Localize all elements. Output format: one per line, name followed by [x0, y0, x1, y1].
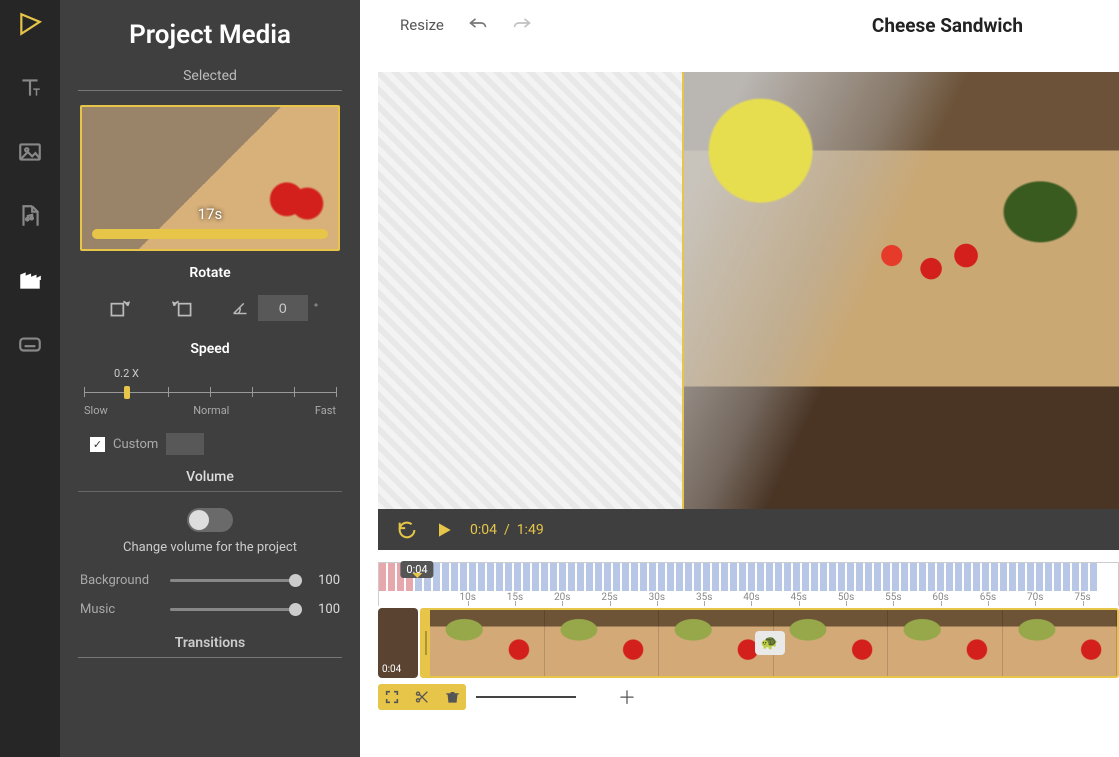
rotate-cw-button[interactable] [102, 291, 136, 325]
delete-clip-button[interactable] [442, 687, 462, 707]
clip-frame [888, 610, 1003, 676]
total-time: 1:49 [517, 522, 544, 538]
speed-normal-label: Normal [193, 404, 229, 417]
selected-label: Selected [70, 68, 350, 84]
panel-title: Project Media [70, 20, 350, 50]
main-area: Resize Cheese Sandwich [360, 0, 1119, 757]
resize-button[interactable]: Resize [400, 16, 444, 34]
selected-clip-thumbnail[interactable]: 17s [80, 105, 340, 251]
split-clip-button[interactable] [412, 687, 432, 707]
speed-fast-label: Fast [315, 404, 336, 417]
degree-unit: ° [314, 301, 318, 315]
clip-frame [774, 610, 889, 676]
clip-trim-handle-left[interactable] [422, 610, 430, 676]
video-clip[interactable]: 🐢 [420, 608, 1119, 678]
brand-icon[interactable] [14, 8, 46, 40]
image-tool-icon[interactable] [14, 136, 46, 168]
background-volume-value: 100 [312, 573, 340, 588]
fullscreen-button[interactable] [382, 687, 402, 707]
preclip-thumbnail[interactable] [378, 608, 418, 678]
rotate-angle-input[interactable] [258, 295, 308, 321]
properties-panel: Project Media Selected 17s Rotate ° Spee… [60, 0, 360, 757]
undo-button[interactable] [468, 15, 488, 35]
custom-speed-label: Custom [113, 437, 158, 452]
music-volume-value: 100 [312, 602, 340, 617]
speed-slider[interactable] [84, 382, 336, 402]
tool-rail [0, 0, 60, 757]
playhead-line [682, 72, 684, 509]
clip-frame [1003, 610, 1118, 676]
volume-override-toggle[interactable] [187, 508, 233, 532]
project-name: Cheese Sandwich [872, 14, 1023, 37]
video-tool-icon[interactable] [14, 264, 46, 296]
topbar: Resize Cheese Sandwich [360, 0, 1119, 50]
divider [78, 657, 342, 658]
volume-caption: Change volume for the project [70, 540, 350, 555]
speed-indicator-icon: 🐢 [755, 631, 785, 655]
background-volume-label: Background [80, 573, 160, 588]
clip-frame [545, 610, 660, 676]
clip-progress-bar [92, 229, 328, 239]
clip-frame [430, 610, 545, 676]
rotate-ccw-button[interactable] [166, 291, 200, 325]
speed-label: Speed [70, 341, 350, 357]
clip-toolbar [378, 684, 466, 710]
music-volume-label: Music [80, 602, 160, 617]
divider [78, 90, 342, 91]
redo-button[interactable] [512, 15, 532, 35]
angle-icon [230, 297, 252, 319]
timeline: 0:04 10s15s20s25s30s35s40s45s50s55s60s65… [360, 550, 1119, 757]
transparency-pattern [378, 72, 682, 509]
transitions-label: Transitions [70, 635, 350, 651]
speed-value: 0.2 X [114, 367, 336, 380]
preview-viewer: 0:04 / 1:49 [378, 72, 1119, 550]
time-sep: / [504, 522, 510, 538]
custom-speed-checkbox[interactable]: ✓ [90, 437, 105, 452]
rotate-label: Rotate [70, 265, 350, 281]
subtitle-tool-icon[interactable] [14, 328, 46, 360]
time-ruler[interactable]: 0:04 10s15s20s25s30s35s40s45s50s55s60s65… [378, 562, 1119, 606]
background-volume-slider[interactable] [170, 579, 302, 582]
play-button[interactable] [434, 520, 454, 540]
preview-frame[interactable] [682, 72, 1119, 509]
music-volume-slider[interactable] [170, 608, 302, 611]
thumbnail-image [82, 107, 338, 249]
divider [78, 491, 342, 492]
restart-button[interactable] [396, 519, 418, 541]
zoom-in-button[interactable]: ＋ [618, 684, 636, 710]
zoom-scrollbar[interactable] [476, 696, 576, 698]
player-controls: 0:04 / 1:49 [378, 509, 1119, 550]
audio-tool-icon[interactable] [14, 200, 46, 232]
playhead-time-tag[interactable]: 0:04 [400, 561, 433, 578]
volume-label: Volume [70, 469, 350, 485]
speed-slow-label: Slow [84, 404, 108, 417]
custom-speed-input[interactable] [166, 433, 204, 455]
clip-duration: 17s [198, 205, 223, 223]
current-time: 0:04 [470, 522, 497, 538]
text-tool-icon[interactable] [14, 72, 46, 104]
